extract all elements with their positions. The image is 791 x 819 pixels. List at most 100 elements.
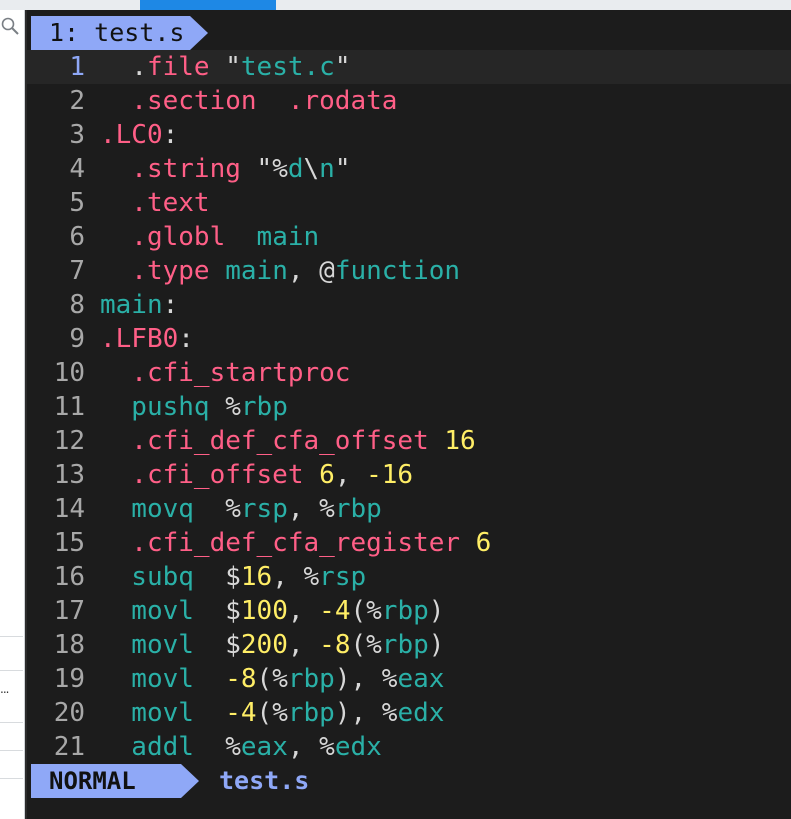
sidebar-divider [0,670,23,671]
sidebar-divider [0,722,23,723]
code-token: .cfi_def_cfa_register [100,528,461,558]
code-token: "% [240,154,288,184]
sidebar-more-label[interactable]: ... [0,682,10,696]
code-token: main [225,222,320,252]
sidebar-divider [0,636,23,637]
code-token: main [100,290,163,320]
code-line[interactable]: 7 .type main, @function [27,254,791,288]
code-token: 100 [240,596,288,626]
code-line[interactable]: 19 movl -8(%rbp), %eax [27,662,791,696]
code-token: .cfi_offset [100,460,304,490]
code-token: ) [428,630,445,660]
code-token: ) [428,596,445,626]
code-token: test.c [240,52,335,82]
code-token: -8 [319,630,351,660]
code-token: movl [100,698,194,728]
line-number: 19 [53,664,85,694]
tab-separator-arrow [190,16,208,50]
code-line[interactable]: 10 .cfi_startproc [27,356,791,390]
code-token: rbp [287,664,335,694]
code-line[interactable]: 16 subq $16, %rsp [27,560,791,594]
code-token: .string [100,154,241,184]
code-line[interactable]: 11 pushq %rbp [27,390,791,424]
code-token: , [334,460,367,490]
code-line[interactable]: 2 .section .rodata [27,84,791,118]
vim-statusline: NORMAL test.s [27,764,791,798]
code-line[interactable]: 18 movl $200, -8(%rbp) [27,628,791,662]
line-number: 15 [53,528,85,558]
code-line[interactable]: 6 .globl main [27,220,791,254]
code-line[interactable]: 8 main: [27,288,791,322]
code-token: rbp [287,698,335,728]
host-tab-active[interactable] [140,0,276,10]
code-token: 200 [240,630,288,660]
code-token: edx [334,732,382,762]
code-token: addl [100,732,194,762]
line-number: 5 [69,188,85,218]
line-number: 12 [53,426,85,456]
code-token: d [287,154,304,184]
host-sidebar: ... [0,10,25,819]
code-line[interactable]: 12 .cfi_def_cfa_offset 16 [27,424,791,458]
code-token: " [334,52,351,82]
code-token: " [209,52,241,82]
sidebar-divider [0,778,23,779]
code-line[interactable]: 5 .text [27,186,791,220]
code-buffer[interactable]: 1 .file "test.c" 2 .section .rodata 3 .LC0:… [27,50,791,764]
mode-separator-arrow [181,764,199,798]
code-token: (% [256,698,288,728]
code-token: main [209,256,288,286]
code-token: .cfi_startproc [100,358,351,388]
code-token: pushq [100,392,210,422]
code-token: ), % [334,664,398,694]
code-token: 6 [303,460,335,490]
code-line[interactable]: 20 movl -4(%rbp), %edx [27,696,791,730]
code-token: , % [287,494,335,524]
code-line[interactable]: 13 .cfi_offset 6, -16 [27,458,791,492]
mode-indicator: NORMAL [31,764,181,798]
code-token: rbp [381,630,429,660]
code-line[interactable]: 1 .file "test.c" [27,50,791,84]
code-token: .cfi_def_cfa_offset [100,426,429,456]
code-token: 16 [240,562,273,592]
code-token: rbp [240,392,288,422]
search-icon[interactable] [0,16,22,38]
code-token: .globl [100,222,226,252]
code-token: " [334,154,351,184]
code-token: $ [193,630,241,660]
code-token: movl [100,596,194,626]
line-number: 21 [53,732,85,762]
code-token: movl [100,630,194,660]
line-number: 3 [69,120,85,150]
code-token: rbp [334,494,382,524]
line-number: 18 [53,630,85,660]
vim-tabline: 1: test.s [27,16,791,50]
code-token: .LFB0 [100,324,179,354]
code-token: subq [100,562,194,592]
status-filename: test.s [219,766,310,795]
code-token: ), % [334,698,398,728]
code-line[interactable]: 15 .cfi_def_cfa_register 6 [27,526,791,560]
vim-terminal[interactable]: 1: test.s 1 .file "test.c" 2 .section .ro… [25,10,791,819]
line-number: 17 [53,596,85,626]
code-token: , [287,596,320,626]
code-line[interactable]: 3 .LC0: [27,118,791,152]
code-line[interactable]: 21 addl %eax, %edx [27,730,791,764]
host-tab[interactable] [60,0,130,10]
code-line[interactable]: 4 .string "%d\n" [27,152,791,186]
code-line[interactable]: 17 movl $100, -4(%rbp) [27,594,791,628]
code-token: -4 [319,596,351,626]
code-token: % [193,494,241,524]
code-token: (% [350,596,382,626]
buffer-tab-test-s[interactable]: 1: test.s [31,16,191,50]
code-token: 16 [428,426,476,456]
line-number: 7 [69,256,85,286]
code-line[interactable]: 14 movq %rsp, %rbp [27,492,791,526]
code-token: n [319,154,335,184]
code-token: \ [303,154,320,184]
code-token: movl [100,664,194,694]
code-line[interactable]: 9 .LFB0: [27,322,791,356]
